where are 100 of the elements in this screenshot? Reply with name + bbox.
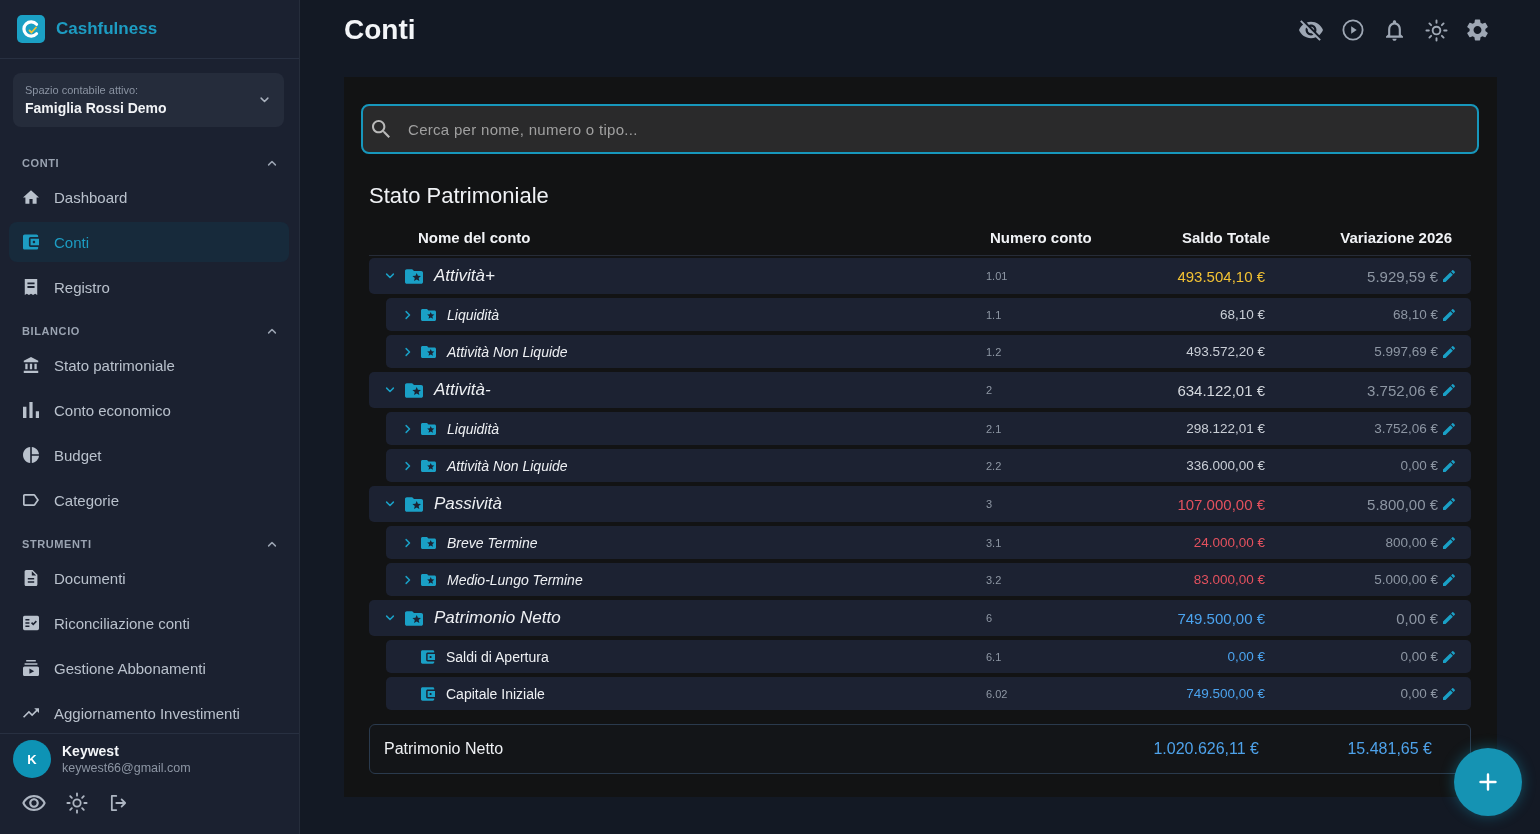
chevron-right-icon[interactable]: [405, 423, 411, 434]
play-stack-icon: [23, 660, 39, 676]
bell-icon[interactable]: [1386, 19, 1403, 41]
column-header: Saldo Totale: [1180, 228, 1270, 246]
change-amount: 3.752,06 €: [1367, 381, 1438, 399]
workspace-selector[interactable]: Spazio contabile attivo: Famiglia Rossi Demo: [13, 73, 284, 127]
nav-item[interactable]: Riconciliazione conti: [9, 603, 289, 643]
balance-amount: 749.500,00 €: [1176, 609, 1265, 627]
chevron-down-icon[interactable]: [385, 501, 395, 507]
pencil-icon[interactable]: [1443, 384, 1455, 396]
pencil-icon[interactable]: [1443, 687, 1455, 700]
account-number: 2.1: [986, 422, 1003, 435]
account-row[interactable]: Saldi di Apertura 6.1 0,00 € 0,00 €: [386, 640, 1471, 673]
nav-item[interactable]: Conto economico: [9, 390, 289, 430]
account-row[interactable]: Attività+ 1.01 493.504,10 € 5.929,59 €: [369, 258, 1471, 294]
section-toggle[interactable]: STRUMENTI: [0, 532, 299, 556]
chevron-down-icon[interactable]: [385, 387, 395, 393]
pencil-icon[interactable]: [1443, 498, 1455, 510]
play-circle-icon[interactable]: [1342, 19, 1364, 41]
account-name: Liquidità: [447, 420, 500, 437]
change-amount: 0,00 €: [1400, 458, 1438, 473]
column-header: Nome del conto: [418, 228, 532, 246]
nav-item[interactable]: Dashboard: [9, 177, 289, 217]
account-number: 3: [986, 498, 994, 510]
account-name: Attività+: [434, 266, 495, 286]
pencil-icon[interactable]: [1443, 612, 1455, 624]
logout-icon[interactable]: [110, 795, 127, 811]
pencil-icon[interactable]: [1443, 536, 1455, 549]
nav-item[interactable]: Stato patrimoniale: [9, 345, 289, 385]
account-number: 3.2: [986, 573, 1003, 586]
change-amount: 0,00 €: [1396, 609, 1438, 627]
pencil-icon[interactable]: [1443, 459, 1455, 472]
folder-star-icon: [405, 610, 423, 626]
chevron-down-icon[interactable]: [385, 273, 395, 279]
account-row[interactable]: Breve Termine 3.1 24.000,00 € 800,00 €: [386, 526, 1471, 559]
account-row[interactable]: Liquidità 2.1 298.122,01 € 3.752,06 €: [386, 412, 1471, 445]
balance-amount: 24.000,00 €: [1192, 535, 1265, 550]
wallet-icon: [421, 686, 435, 701]
balance-amount: 336.000,00 €: [1185, 458, 1265, 473]
pencil-icon[interactable]: [1443, 650, 1455, 663]
document-icon: [23, 570, 39, 586]
sun-icon[interactable]: [1425, 18, 1448, 42]
pencil-icon[interactable]: [1443, 308, 1455, 321]
account-row[interactable]: Liquidità 1.1 68,10 € 68,10 €: [386, 298, 1471, 331]
chevron-down-icon[interactable]: [385, 615, 395, 621]
nav-item[interactable]: Documenti: [9, 558, 289, 598]
balance-amount: 298.122,01 €: [1185, 421, 1265, 436]
chevron-right-icon[interactable]: [405, 309, 411, 320]
bar-chart-icon: [23, 402, 39, 418]
nav-item[interactable]: Registro: [9, 267, 289, 307]
folder-star-icon: [405, 268, 423, 284]
section-toggle[interactable]: BILANCIO: [0, 319, 299, 343]
account-row[interactable]: Patrimonio Netto 6 749.500,00 € 0,00 €: [369, 600, 1471, 636]
chevron-right-icon[interactable]: [405, 346, 411, 357]
section-title: Stato Patrimoniale: [369, 182, 550, 210]
nav-item[interactable]: Budget: [9, 435, 289, 475]
settings-icon[interactable]: [1467, 19, 1488, 41]
account-name: Capitale Iniziale: [446, 685, 545, 702]
account-row[interactable]: Attività- 2 634.122,01 € 3.752,06 €: [369, 372, 1471, 408]
pencil-icon[interactable]: [1443, 270, 1455, 282]
chevron-right-icon[interactable]: [405, 460, 411, 471]
pencil-icon[interactable]: [1443, 573, 1455, 586]
account-number: 1.1: [986, 308, 1003, 321]
pencil-icon[interactable]: [1443, 422, 1455, 435]
eye-icon[interactable]: [22, 795, 46, 811]
pencil-icon[interactable]: [1443, 345, 1455, 358]
balance-amount: 0,00 €: [1226, 649, 1265, 664]
balance-amount: 493.504,10 €: [1176, 267, 1265, 285]
eye-slash-icon[interactable]: [1299, 19, 1323, 41]
account-row[interactable]: Attività Non Liquide 1.2 493.572,20 € 5.997,69 €: [386, 335, 1471, 368]
account-number: 3.1: [986, 536, 1003, 549]
balance-amount: 749.500,00 €: [1185, 686, 1265, 701]
total-change: 15.481,65 €: [1346, 740, 1432, 758]
change-amount: 5.997,69 €: [1374, 344, 1438, 359]
folder-star-icon: [421, 345, 436, 358]
account-name: Attività Non Liquide: [447, 457, 568, 474]
wallet-icon: [23, 234, 39, 250]
nav-item[interactable]: Gestione Abbonamenti: [9, 648, 289, 688]
account-name: Liquidità: [447, 306, 500, 323]
user-name: Keywest: [62, 743, 120, 759]
sun-icon[interactable]: [66, 792, 88, 814]
nav-item[interactable]: Categorie: [9, 480, 289, 520]
folder-star-icon: [405, 382, 423, 398]
account-number: 2: [986, 384, 994, 396]
balance-amount: 107.000,00 €: [1176, 495, 1265, 513]
search-field[interactable]: Cerca per nome, numero o tipo...: [361, 104, 1479, 154]
section-toggle[interactable]: CONTI: [0, 151, 299, 175]
nav-item[interactable]: Aggiornamento Investimenti: [9, 693, 289, 733]
checklist-icon: [23, 615, 39, 631]
column-header: Variazione 2026: [1339, 228, 1452, 246]
chevron-right-icon[interactable]: [405, 574, 411, 585]
chevron-right-icon[interactable]: [405, 537, 411, 548]
add-button[interactable]: [1454, 748, 1522, 816]
nav-item[interactable]: Conti: [9, 222, 289, 262]
account-row[interactable]: Passività 3 107.000,00 € 5.800,00 €: [369, 486, 1471, 522]
account-row[interactable]: Attività Non Liquide 2.2 336.000,00 € 0,00 €: [386, 449, 1471, 482]
plus-icon: [1479, 773, 1497, 791]
column-header: Numero conto: [990, 228, 1093, 246]
account-row[interactable]: Medio-Lungo Termine 3.2 83.000,00 € 5.000,00 €: [386, 563, 1471, 596]
account-row[interactable]: Capitale Iniziale 6.02 749.500,00 € 0,00 €: [386, 677, 1471, 710]
